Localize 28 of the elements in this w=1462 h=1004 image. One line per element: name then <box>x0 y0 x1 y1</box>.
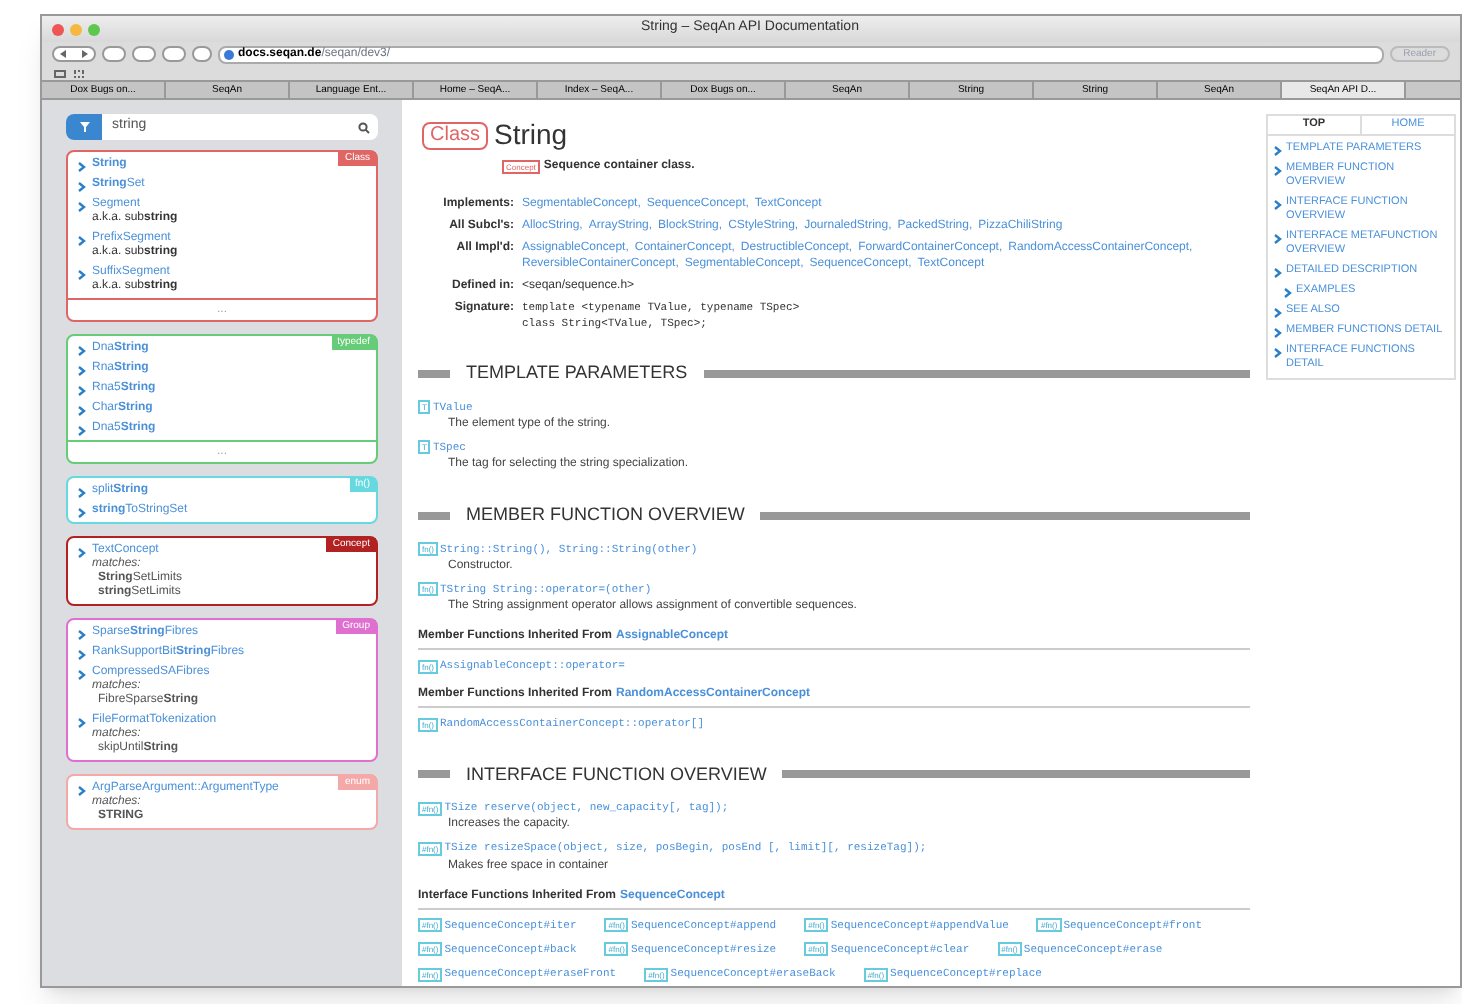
chevron-icon <box>78 718 86 728</box>
back-icon <box>60 50 68 58</box>
search-icon <box>358 121 370 133</box>
kind-badge: Class <box>422 121 489 149</box>
book-icon[interactable] <box>54 69 66 77</box>
filter-icon <box>79 122 89 132</box>
chevron-icon <box>78 236 86 246</box>
section-heading: INTERFACE FUNCTION OVERVIEW <box>466 761 767 787</box>
share-button[interactable] <box>102 46 126 62</box>
chevron-icon <box>1274 200 1282 210</box>
close-button[interactable] <box>52 23 64 35</box>
zoom-button[interactable] <box>88 23 100 35</box>
globe-icon <box>224 49 234 59</box>
grid-icon[interactable] <box>74 69 84 77</box>
chevron-icon <box>78 548 86 558</box>
filter-button[interactable] <box>66 114 102 140</box>
chevron-icon <box>1274 234 1282 244</box>
page-title: String <box>494 116 568 154</box>
extension-button[interactable] <box>132 46 156 62</box>
section-heading: MEMBER FUNCTION OVERVIEW <box>466 502 745 528</box>
back-forward-button[interactable] <box>52 46 96 62</box>
chevron-icon <box>78 270 86 280</box>
forward-icon <box>80 50 88 58</box>
new-tab-button[interactable] <box>192 46 212 62</box>
minimize-button[interactable] <box>70 23 82 35</box>
section-heading: TEMPLATE PARAMETERS <box>466 360 688 386</box>
cloud-button[interactable] <box>162 46 186 62</box>
chevron-icon <box>78 786 86 796</box>
